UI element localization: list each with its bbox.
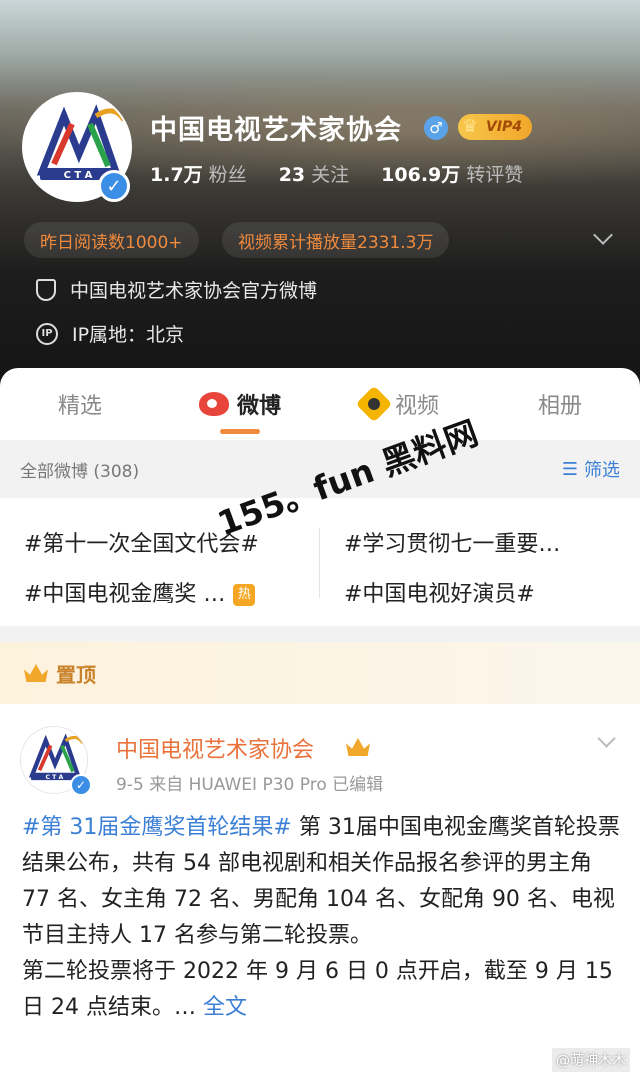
corner-watermark: @萌神木木 [552,1048,630,1072]
ip-row: IP IP属地：北京 [36,320,184,347]
tab-featured[interactable]: 精选 [0,368,160,440]
tab-weibo[interactable]: 微博 [160,368,320,440]
topic-divider [319,528,320,598]
verified-badge-icon: ✓ [70,774,92,796]
svg-text:C T A: C T A [64,170,93,181]
pinned-banner: 置顶 [0,642,640,704]
filter-icon: ☰ [561,458,578,480]
topic-item[interactable]: #中国电视好演员# [344,576,535,608]
filter-button[interactable]: ☰ 筛选 [562,456,620,482]
profile-tabs: 精选 微博 视频 相册 [0,368,640,440]
post-menu-chevron-icon[interactable] [597,729,616,748]
crown-icon [24,664,48,682]
topic-item[interactable]: #学习贯彻七一重要… [344,526,560,558]
pinned-label: 置顶 [56,662,96,687]
post-body: #第 31届金鹰奖首轮结果# 第 31届中国电视金鹰奖首轮投票结果公布，共有 5… [22,810,622,1026]
topic-grid: #第十一次全国文代会# #学习贯彻七一重要… #中国电视金鹰奖 … 热 #中国电视… [0,498,640,626]
description-row: 中国电视艺术家协会官方微博 [36,276,317,303]
svg-text:C T A: C T A [45,774,63,781]
active-tab-indicator [220,429,260,434]
topic-item-golden-eagle[interactable]: #中国电视金鹰奖 … 热 [24,576,256,608]
stat-following[interactable]: 23 关注 [279,160,349,187]
crown-icon: ♛ [462,116,479,137]
hot-badge: 热 [233,584,256,606]
profile-name: 中国电视艺术家协会 [150,115,402,146]
vip-badge[interactable]: ♛ VIP4 [458,114,533,140]
vip-label: VIP4 [486,119,523,135]
post-hashtag[interactable]: #第 31届金鹰奖首轮结果# [22,815,292,840]
male-icon: ♂ [424,116,448,140]
read-count-pill[interactable]: 昨日阅读数1000+ [24,222,199,258]
profile-stats: 1.7万 粉丝 23 关注 106.9万 转评赞 [150,160,523,187]
tab-album[interactable]: 相册 [480,368,640,440]
profile-header: C T A ✓ 中国电视艺术家协会 ♂ ♛ VIP4 1.7万 粉丝 23 关注 1… [0,0,640,392]
video-plays-pill[interactable]: 视频累计播放量2331.3万 [222,222,450,258]
post-author[interactable]: 中国电视艺术家协会 [116,732,314,764]
all-posts-count: 全部微博 (308) [20,461,140,482]
shield-icon [36,278,56,301]
post-meta: 9-5 来自 HUAWEI P30 Pro 已编辑 [116,775,384,795]
ip-location: IP属地：北京 [72,324,185,346]
ip-icon: IP [36,322,58,345]
post-paragraph-2: 第二轮投票将于 2022 年 9 月 6 日 0 点开启，截至 9 月 15 日… [22,959,613,1020]
weibo-icon [198,392,229,416]
pinned-post[interactable]: C T A ✓ 中国电视艺术家协会 9-5 来自 HUAWEI P30 Pro … [0,704,640,1082]
expand-chevron-icon[interactable] [593,225,613,245]
video-icon [355,385,393,423]
read-more-link[interactable]: 全文 [203,995,247,1020]
member-crown-icon [346,738,370,756]
stat-reposts[interactable]: 106.9万 转评赞 [381,160,523,187]
profile-description: 中国电视艺术家协会官方微博 [70,280,318,302]
verified-badge-icon: ✓ [98,170,130,202]
stat-fans[interactable]: 1.7万 粉丝 [150,160,247,187]
